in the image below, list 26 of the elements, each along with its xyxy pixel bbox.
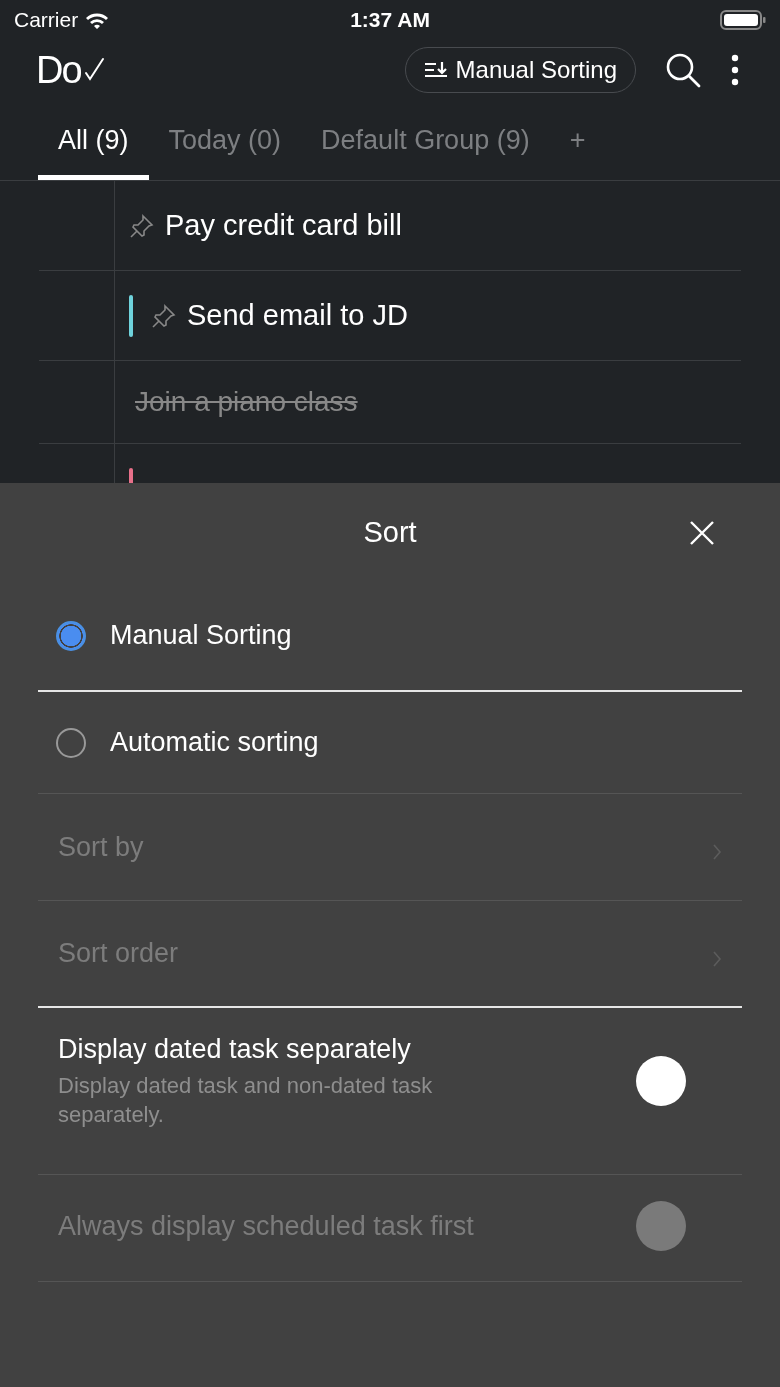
radio-button[interactable] bbox=[56, 727, 86, 758]
tab[interactable]: Today (0) bbox=[148, 100, 302, 180]
setting-label: Display dated task separately bbox=[58, 1033, 412, 1065]
setting-description: Display dated task and non-dated task separately. bbox=[58, 1071, 434, 1129]
status-time: 1:37 AM bbox=[350, 8, 430, 32]
tab[interactable]: All (9) bbox=[38, 100, 149, 180]
app-logo: Do bbox=[36, 48, 81, 92]
sheet-title: Sort bbox=[363, 515, 417, 549]
toggle-switch[interactable] bbox=[636, 1056, 686, 1106]
option-label: Manual Sorting bbox=[110, 620, 292, 651]
tab[interactable]: Default Group (9) bbox=[301, 100, 550, 180]
battery-icon bbox=[720, 9, 766, 31]
chevron-icon bbox=[712, 843, 722, 861]
radio-button[interactable] bbox=[56, 620, 86, 651]
task-title[interactable]: Join a piano class bbox=[129, 386, 358, 418]
close-icon[interactable] bbox=[689, 520, 715, 546]
task-row[interactable]: Join a piano class bbox=[39, 361, 741, 444]
task-title[interactable]: Send email to JD bbox=[187, 299, 408, 332]
task-title[interactable]: Pay credit card bill bbox=[165, 209, 402, 242]
more-icon[interactable] bbox=[730, 53, 740, 87]
add-tab-button[interactable]: + bbox=[549, 100, 606, 180]
chevron-icon bbox=[712, 949, 722, 968]
setting-label: Always display scheduled task first bbox=[58, 1210, 475, 1242]
option-label: Automatic sorting bbox=[110, 727, 319, 758]
carrier-name: Carrier bbox=[14, 8, 79, 32]
search-icon[interactable] bbox=[664, 51, 702, 89]
